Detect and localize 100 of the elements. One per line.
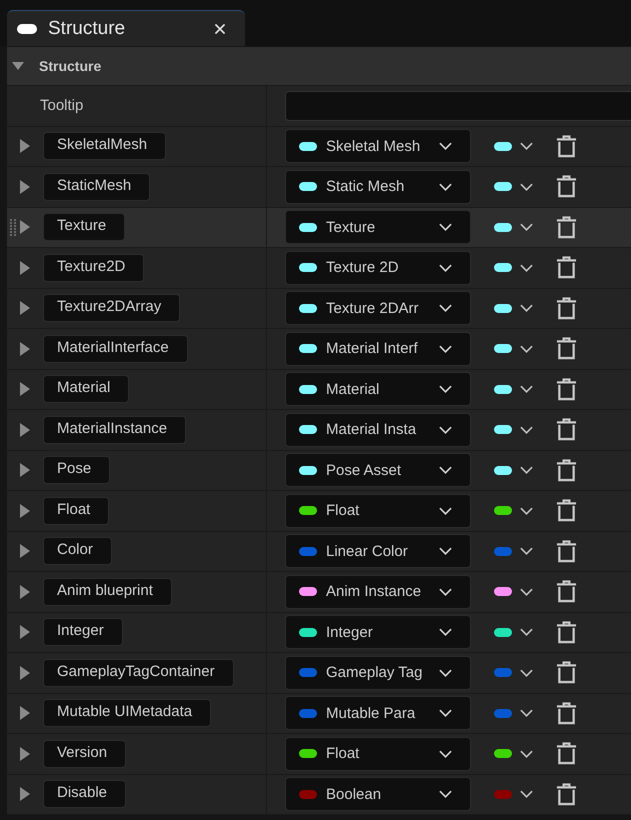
expand-arrow-icon[interactable] xyxy=(20,544,30,558)
member-name-field[interactable]: Version xyxy=(43,740,126,768)
member-name-field[interactable]: MaterialInterface xyxy=(43,334,188,363)
section-header[interactable]: Structure xyxy=(7,46,631,86)
trash-icon[interactable] xyxy=(556,782,577,806)
type-dropdown[interactable]: Mutable Para xyxy=(285,696,471,730)
expand-arrow-icon[interactable] xyxy=(20,787,30,802)
member-name-field[interactable]: MaterialInstance xyxy=(43,416,186,444)
expand-arrow-icon[interactable] xyxy=(20,220,30,234)
expand-arrow-icon[interactable] xyxy=(20,746,30,761)
expand-arrow-icon[interactable] xyxy=(20,260,30,275)
type-dropdown[interactable]: Boolean xyxy=(285,777,471,812)
expand-arrow-icon[interactable] xyxy=(20,666,30,680)
trash-icon[interactable] xyxy=(556,661,577,684)
container-type-dropdown[interactable] xyxy=(494,790,533,799)
container-type-dropdown[interactable] xyxy=(494,263,533,272)
container-type-dropdown[interactable] xyxy=(494,708,533,718)
member-name-field[interactable]: Disable xyxy=(43,780,126,808)
type-dropdown[interactable]: Texture 2D xyxy=(285,250,471,285)
container-type-dropdown[interactable] xyxy=(494,142,533,151)
container-type-dropdown[interactable] xyxy=(494,587,533,596)
type-dropdown[interactable]: Anim Instance xyxy=(285,574,471,609)
trash-icon[interactable] xyxy=(556,702,577,725)
trash-icon[interactable] xyxy=(556,216,577,239)
close-icon[interactable] xyxy=(215,24,225,34)
trash-icon[interactable] xyxy=(556,134,577,158)
chevron-down-icon xyxy=(520,547,533,556)
trash-icon[interactable] xyxy=(556,296,577,320)
expand-arrow-icon[interactable] xyxy=(20,422,30,437)
type-dropdown[interactable]: Linear Color xyxy=(285,534,471,568)
expand-arrow-icon[interactable] xyxy=(20,382,30,396)
member-name-field[interactable]: Color xyxy=(43,537,112,566)
tooltip-label: Tooltip xyxy=(40,97,84,114)
structure-tab[interactable]: Structure xyxy=(7,10,245,46)
container-type-dropdown[interactable] xyxy=(494,546,533,556)
drag-handle-icon[interactable] xyxy=(10,218,16,236)
expand-arrow-icon[interactable] xyxy=(20,706,30,720)
member-name-field[interactable]: Anim blueprint xyxy=(43,578,172,606)
trash-icon[interactable] xyxy=(556,256,577,280)
expand-arrow-icon[interactable] xyxy=(20,180,30,194)
trash-icon[interactable] xyxy=(556,620,577,644)
trash-icon[interactable] xyxy=(556,337,577,360)
trash-icon[interactable] xyxy=(556,580,577,604)
type-dropdown[interactable]: Static Mesh xyxy=(285,170,471,204)
expand-arrow-icon[interactable] xyxy=(20,625,30,640)
tooltip-field[interactable] xyxy=(285,90,631,121)
expand-arrow-icon[interactable] xyxy=(20,139,30,154)
member-name-field[interactable]: Mutable UIMetadata xyxy=(43,699,212,728)
trash-icon[interactable] xyxy=(556,458,577,482)
member-name-field[interactable]: Texture xyxy=(43,213,126,242)
container-type-dropdown[interactable] xyxy=(494,628,533,637)
member-name-field[interactable]: Float xyxy=(43,496,110,525)
trash-icon[interactable] xyxy=(556,499,577,522)
caret-icon[interactable] xyxy=(12,60,24,72)
member-name-field[interactable]: Texture2DArray xyxy=(43,294,180,322)
type-dropdown[interactable]: Skeletal Mesh xyxy=(285,129,471,164)
chevron-down-icon xyxy=(439,426,452,434)
member-name-field[interactable]: Pose xyxy=(43,456,110,484)
container-type-dropdown[interactable] xyxy=(494,749,533,758)
pill-icon xyxy=(17,24,37,34)
container-type-dropdown[interactable] xyxy=(494,304,533,313)
container-type-dropdown[interactable] xyxy=(494,466,533,475)
member-name-field[interactable]: Integer xyxy=(43,618,123,646)
member-name-field[interactable]: GameplayTagContainer xyxy=(43,658,234,687)
expand-arrow-icon[interactable] xyxy=(20,301,30,316)
chevron-down-icon xyxy=(439,142,452,150)
type-dropdown[interactable]: Texture xyxy=(285,210,471,244)
chevron-down-icon xyxy=(520,426,533,434)
expand-arrow-icon[interactable] xyxy=(20,504,30,518)
container-type-dropdown[interactable] xyxy=(494,425,533,434)
type-dropdown[interactable]: Material Insta xyxy=(285,412,471,447)
chevron-down-icon xyxy=(439,466,452,474)
expand-arrow-icon[interactable] xyxy=(20,463,30,478)
chevron-down-icon xyxy=(520,506,533,515)
member-name-field[interactable]: SkeletalMesh xyxy=(43,132,166,160)
type-dropdown[interactable]: Gameplay Tag xyxy=(285,656,471,690)
chevron-down-icon xyxy=(439,385,452,394)
container-type-dropdown[interactable] xyxy=(494,182,533,192)
type-dropdown[interactable]: Material xyxy=(285,372,471,406)
member-name-field[interactable]: Material xyxy=(43,375,130,404)
type-dropdown[interactable]: Integer xyxy=(285,615,471,650)
container-type-dropdown[interactable] xyxy=(494,384,533,394)
member-name-field[interactable]: Texture2D xyxy=(43,254,144,282)
container-type-dropdown[interactable] xyxy=(494,344,533,354)
trash-icon[interactable] xyxy=(556,742,577,766)
member-name-field[interactable]: StaticMesh xyxy=(43,172,150,201)
container-type-dropdown[interactable] xyxy=(494,668,533,678)
trash-icon[interactable] xyxy=(556,540,577,563)
trash-icon[interactable] xyxy=(556,418,577,442)
type-dropdown[interactable]: Pose Asset xyxy=(285,453,471,488)
type-dropdown[interactable]: Texture 2DArr xyxy=(285,291,471,326)
trash-icon[interactable] xyxy=(556,175,577,198)
container-type-dropdown[interactable] xyxy=(494,506,533,516)
container-type-dropdown[interactable] xyxy=(494,222,533,232)
expand-arrow-icon[interactable] xyxy=(20,342,30,356)
type-dropdown[interactable]: Float xyxy=(285,736,471,771)
expand-arrow-icon[interactable] xyxy=(20,584,30,599)
type-dropdown[interactable]: Float xyxy=(285,494,471,528)
trash-icon[interactable] xyxy=(556,378,577,401)
type-dropdown[interactable]: Material Interf xyxy=(285,332,471,366)
